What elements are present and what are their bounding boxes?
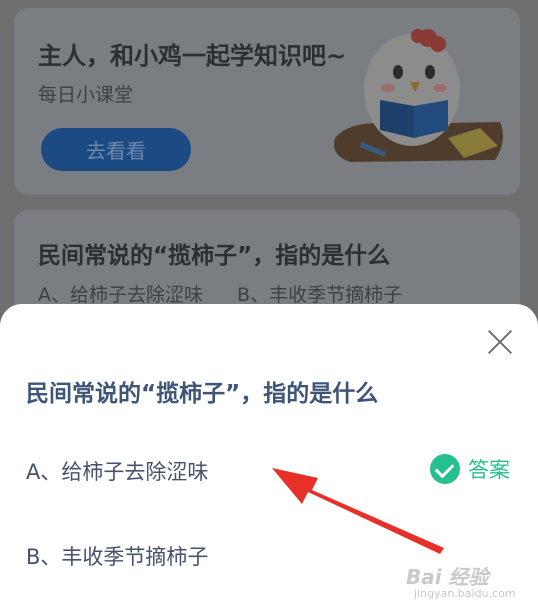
chick-reading-illustration: [334, 29, 504, 162]
go-see-button[interactable]: 去看看: [41, 128, 191, 171]
daily-lesson-subtitle: 每日小课堂: [38, 84, 134, 106]
watermark-logo: Bai 经验: [406, 565, 489, 589]
baidu-jingyan-watermark: Bai 经验 jingyan.baidu.com: [406, 561, 516, 603]
option-b[interactable]: B、丰收季节摘柿子: [26, 541, 208, 571]
close-icon[interactable]: [486, 328, 514, 356]
quiz-preview-options: A、给柿子去除涩味 B、丰收季节摘柿子: [38, 280, 430, 307]
red-arrow-annotation: [272, 468, 444, 554]
quiz-preview-title: 民间常说的“揽柿子”，指的是什么: [38, 243, 391, 269]
question-title: 民间常说的“揽柿子”，指的是什么: [26, 381, 379, 407]
option-a[interactable]: A、给柿子去除涩味: [26, 456, 208, 486]
answer-label: 答案: [468, 458, 510, 482]
watermark-site: jingyan.baidu.com: [414, 587, 516, 600]
quiz-preview-option-a: A、给柿子去除涩味: [38, 284, 203, 306]
daily-lesson-title: 主人，和小鸡一起学知识吧~: [38, 42, 347, 70]
quiz-preview-option-b: B、丰收季节摘柿子: [237, 284, 403, 306]
